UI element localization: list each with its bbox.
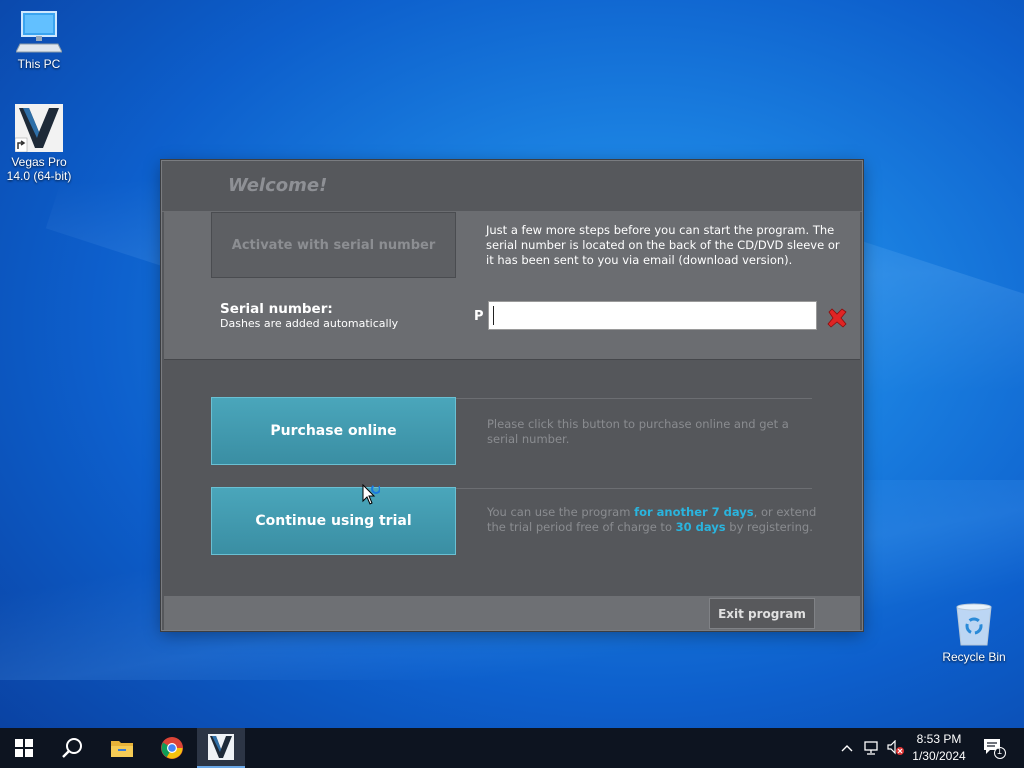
network-icon [864, 741, 878, 755]
trial-description: You can use the program for another 7 da… [487, 505, 817, 535]
dialog-footer: Exit program [164, 596, 860, 630]
search-icon [62, 738, 82, 758]
purchase-description: Please click this button to purchase onl… [487, 417, 789, 446]
taskbar-file-explorer[interactable] [98, 728, 146, 768]
exit-program-button[interactable]: Exit program [709, 598, 815, 629]
continue-trial-button[interactable]: Continue using trial [211, 487, 456, 555]
notification-icon [984, 739, 1006, 759]
trial-desc-text: by registering. [725, 520, 813, 534]
divider [456, 398, 812, 399]
vegas-pro-icon [15, 104, 63, 152]
vegas-pro-icon [208, 734, 234, 760]
trial-extended-days: 30 days [675, 520, 726, 534]
desktop-icon-vegas-pro[interactable]: Vegas Pro 14.0 (64-bit) [1, 104, 77, 183]
tray-network[interactable] [860, 728, 882, 768]
notification-count-badge: 1 [997, 746, 1003, 756]
action-center-button[interactable]: 1 [976, 728, 1012, 768]
recycle-bin-icon [956, 603, 992, 646]
file-explorer-icon [111, 741, 133, 757]
options-panel: Purchase online Please click this button… [164, 361, 860, 596]
clear-serial-icon[interactable] [826, 307, 848, 329]
trial-days-left: for another 7 days [634, 505, 754, 519]
serial-prefix: P [474, 309, 484, 324]
desktop-icon-label: Vegas Pro 14.0 (64-bit) [6, 155, 72, 183]
chrome-icon [161, 737, 183, 759]
desktop-icon-label: Recycle Bin [942, 650, 1006, 664]
windows-start-icon [15, 739, 33, 757]
tray-show-hidden[interactable] [838, 728, 856, 768]
chevron-up-icon [841, 745, 853, 752]
desktop-icon-label: This PC [17, 57, 61, 71]
tab-activate-serial[interactable]: Activate with serial number [211, 212, 456, 278]
volume-muted-icon [887, 740, 904, 755]
dialog-title: Welcome! [228, 175, 328, 196]
serial-number-sublabel: Dashes are added automatically [220, 317, 399, 330]
dialog-title-bar: Welcome! [162, 161, 862, 212]
tray-volume[interactable] [884, 728, 906, 768]
clock-date: 1/30/2024 [912, 749, 966, 763]
desktop-icon-recycle-bin[interactable]: Recycle Bin [936, 603, 1012, 664]
purchase-online-button[interactable]: Purchase online [211, 397, 456, 465]
taskbar-vegas-pro[interactable] [197, 728, 245, 768]
taskbar-chrome[interactable] [148, 728, 196, 768]
desktop-icon-this-pc[interactable]: This PC [1, 10, 77, 71]
activation-panel: Activate with serial number Just a few m… [164, 212, 860, 360]
serial-number-label: Serial number: [220, 301, 333, 317]
activation-description: Just a few more steps before you can sta… [486, 223, 840, 267]
welcome-dialog: Welcome! Activate with serial number Jus… [161, 160, 863, 631]
divider [456, 488, 812, 489]
taskbar-clock[interactable]: 8:53 PM 1/30/2024 [904, 731, 974, 765]
search-button[interactable] [48, 728, 96, 768]
computer-icon [16, 11, 62, 53]
clock-time: 8:53 PM [916, 732, 962, 746]
taskbar: 8:53 PM 1/30/2024 1 [0, 728, 1024, 768]
start-button[interactable] [0, 728, 48, 768]
text-caret [493, 306, 494, 325]
serial-number-input[interactable] [488, 301, 817, 330]
trial-desc-text: You can use the program [487, 505, 635, 519]
